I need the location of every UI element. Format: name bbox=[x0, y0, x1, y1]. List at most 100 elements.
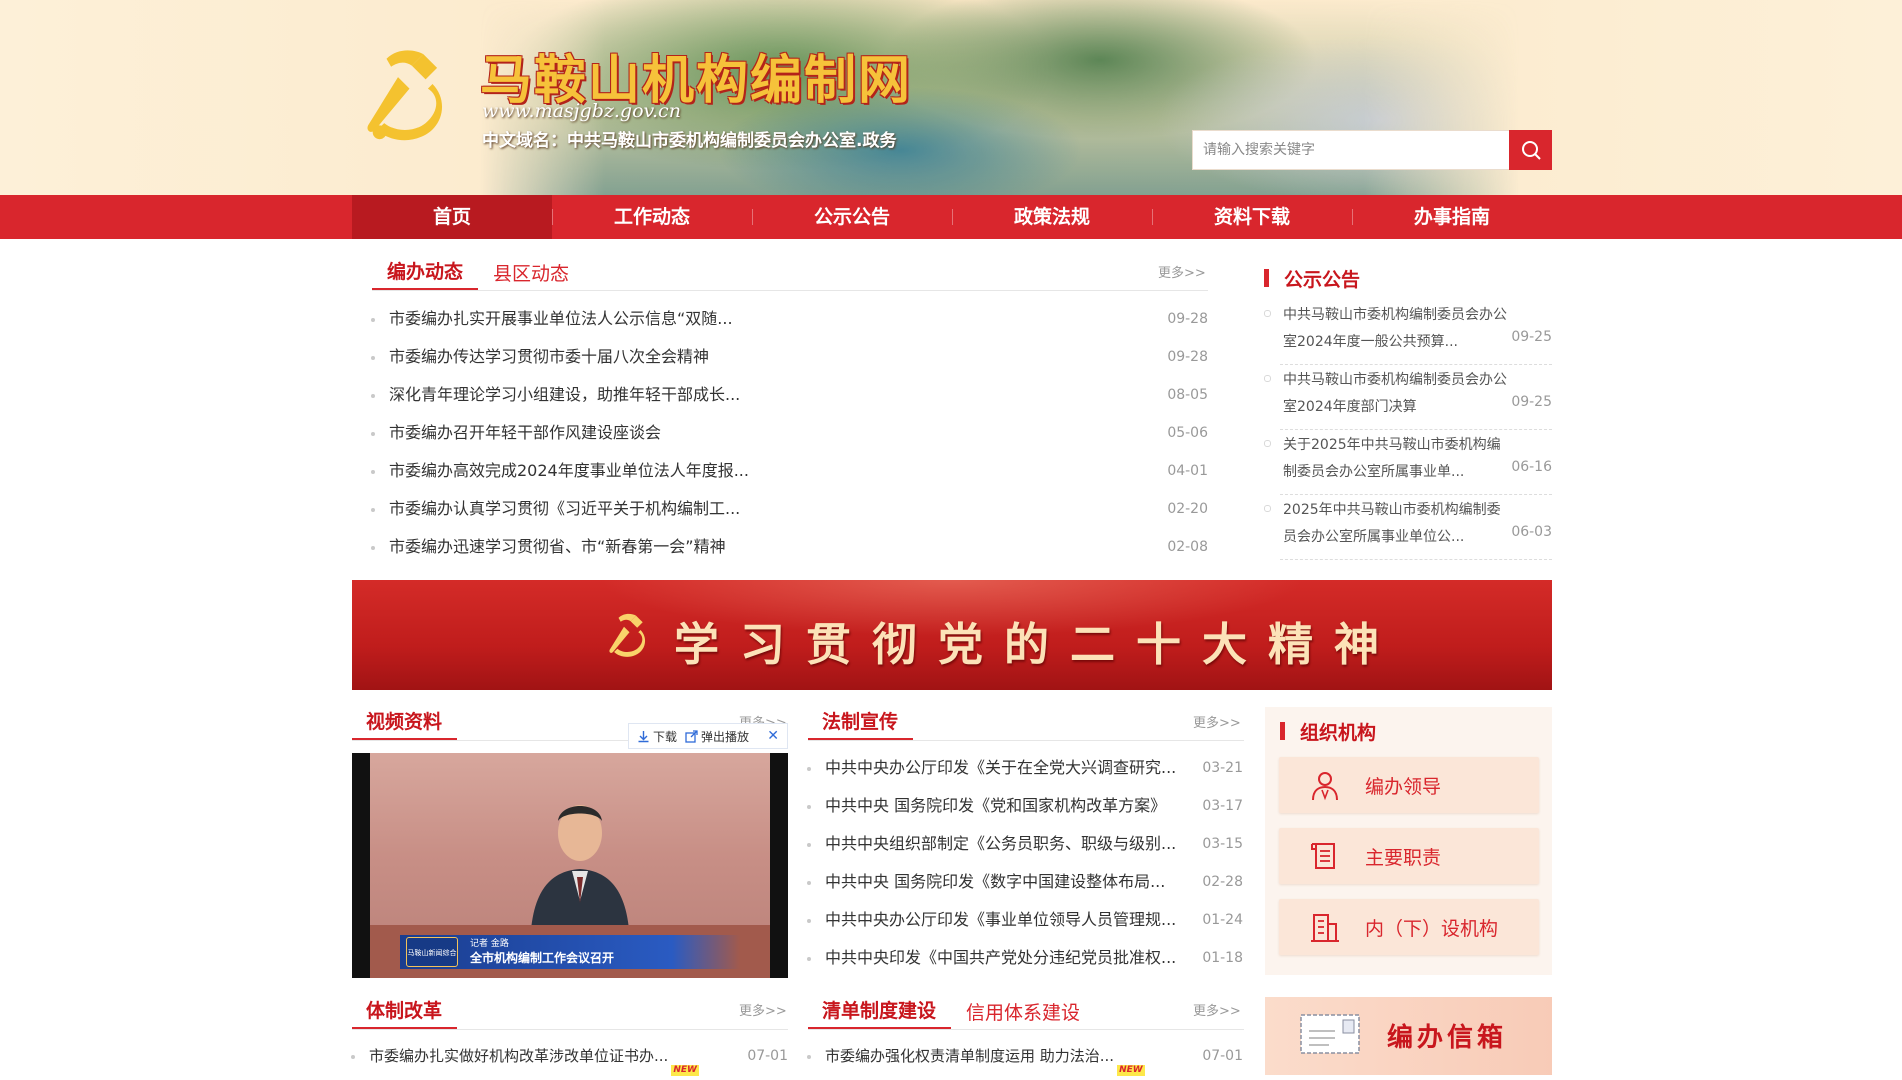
org-button-label: 编办领导 bbox=[1365, 775, 1442, 798]
scroll-icon bbox=[1311, 843, 1335, 869]
law-item-title: 中共中央 国务院印发《数字中国建设整体布局... bbox=[825, 872, 1166, 891]
list-item[interactable]: 市委编办强化权责清单制度运用 助力法治...NEW 07-01 bbox=[807, 1037, 1243, 1076]
notices-title: 公示公告 bbox=[1264, 265, 1360, 292]
news-date: 02-08 bbox=[1167, 539, 1208, 555]
news-date: 09-28 bbox=[1167, 349, 1208, 365]
law-list: 中共中央办公厅印发《关于在全党大兴调查研究... 03-21 中共中央 国务院印发… bbox=[807, 749, 1243, 977]
video-popout-button[interactable]: 弹出播放 bbox=[685, 728, 749, 745]
news-more-link[interactable]: 更多>> bbox=[1158, 262, 1206, 281]
list-item[interactable]: 市委编办迅速学习贯彻省、市“新春第一会”精神 02-08 bbox=[371, 528, 1208, 566]
org-title: 组织机构 bbox=[1280, 718, 1376, 745]
video-popout-label: 弹出播放 bbox=[701, 729, 750, 744]
download-icon bbox=[638, 730, 649, 742]
twentieth-congress-banner[interactable]: 学习贯彻党的二十大精神 bbox=[352, 580, 1552, 690]
list-item[interactable]: 市委编办召开年轻干部作风建设座谈会 05-06 bbox=[371, 414, 1208, 452]
nav-item-home[interactable]: 首页 bbox=[352, 195, 552, 239]
list-item[interactable]: 中共马鞍山市委机构编制委员会办公室2024年度部门决算 09-25 bbox=[1264, 365, 1552, 430]
news-date: 02-20 bbox=[1167, 501, 1208, 517]
video-caption-text: 全市机构编制工作会议召开 bbox=[470, 951, 615, 965]
notice-date: 06-03 bbox=[1511, 524, 1552, 540]
video-player[interactable]: 马鞍山新闻综合 记者 金路 全市机构编制工作会议召开 bbox=[352, 753, 788, 978]
news-title: 市委编办认真学习贯彻《习近平关于机构编制工... bbox=[389, 499, 741, 518]
search-box bbox=[1192, 130, 1510, 170]
notice-title: 关于2025年中共马鞍山市委机构编制委员会办公室所属事业单... bbox=[1283, 437, 1501, 480]
list-item[interactable]: 关于2025年中共马鞍山市委机构编制委员会办公室所属事业单... 06-16 bbox=[1264, 430, 1552, 495]
video-title[interactable]: 视频资料 bbox=[352, 707, 458, 740]
tab-list-system[interactable]: 清单制度建设 bbox=[808, 996, 952, 1029]
list-item[interactable]: 中共中央 国务院印发《党和国家机构改革方案》 03-17 bbox=[807, 787, 1243, 825]
main-nav: 首页 工作动态 公示公告 政策法规 资料下载 办事指南 bbox=[0, 195, 1902, 239]
banner-text: 学习贯彻党的二十大精神 bbox=[674, 618, 1401, 671]
search-button[interactable] bbox=[1509, 130, 1552, 170]
new-badge: NEW bbox=[1117, 1065, 1145, 1076]
list-item[interactable]: 中共中央办公厅印发《关于在全党大兴调查研究... 03-21 bbox=[807, 749, 1243, 787]
list-item[interactable]: 中共中央办公厅印发《事业单位领导人员管理规... 01-24 bbox=[807, 901, 1243, 939]
list-item[interactable]: 市委编办扎实开展事业单位法人公示信息“双随... 09-28 bbox=[371, 300, 1208, 338]
law-more-link[interactable]: 更多>> bbox=[1193, 712, 1241, 731]
law-header: 法制宣传 bbox=[808, 707, 1244, 741]
close-icon[interactable]: ✕ bbox=[767, 728, 779, 744]
news-tabs: 编办动态 县区动态 bbox=[372, 257, 1208, 291]
chinese-domain-name: 中文域名：中共马鞍山市委机构编制委员会办公室.政务 bbox=[482, 131, 897, 151]
news-title: 市委编办扎实开展事业单位法人公示信息“双随... bbox=[389, 309, 733, 328]
notice-date: 09-25 bbox=[1511, 329, 1552, 345]
org-button-leaders[interactable]: 编办领导 bbox=[1279, 757, 1539, 813]
news-date: 04-01 bbox=[1167, 463, 1208, 479]
list-item[interactable]: 深化青年理论学习小组建设，助推年轻干部成长... 08-05 bbox=[371, 376, 1208, 414]
list-item[interactable]: 中共中央组织部制定《公务员职务、职级与级别... 03-15 bbox=[807, 825, 1243, 863]
news-title: 市委编办迅速学习贯彻省、市“新春第一会”精神 bbox=[389, 537, 726, 556]
nav-item-notices[interactable]: 公示公告 bbox=[752, 195, 952, 239]
law-item-date: 03-17 bbox=[1202, 798, 1243, 814]
nav-item-downloads[interactable]: 资料下载 bbox=[1152, 195, 1352, 239]
search-icon bbox=[1521, 141, 1541, 160]
notices-list: 中共马鞍山市委机构编制委员会办公室2024年度一般公共预算... 09-25 中共… bbox=[1264, 300, 1552, 560]
law-title[interactable]: 法制宣传 bbox=[808, 707, 914, 740]
video-download-button[interactable]: 下载 bbox=[637, 728, 677, 745]
law-item-date: 03-15 bbox=[1202, 836, 1243, 852]
nav-item-work-news[interactable]: 工作动态 bbox=[552, 195, 752, 239]
reform-title[interactable]: 体制改革 bbox=[352, 996, 458, 1029]
nav-item-policies[interactable]: 政策法规 bbox=[952, 195, 1152, 239]
list-item[interactable]: 中共中央印发《中国共产党处分违纪党员批准权... 01-18 bbox=[807, 939, 1243, 977]
list-item[interactable]: 市委编办传达学习贯彻市委十届八次全会精神 09-28 bbox=[371, 338, 1208, 376]
news-title: 市委编办召开年轻干部作风建设座谈会 bbox=[389, 423, 662, 442]
list-item[interactable]: 中共中央 国务院印发《数字中国建设整体布局... 02-28 bbox=[807, 863, 1243, 901]
org-button-label: 主要职责 bbox=[1365, 846, 1442, 869]
list-item[interactable]: 市委编办认真学习贯彻《习近平关于机构编制工... 02-20 bbox=[371, 490, 1208, 528]
reform-list: 市委编办扎实做好机构改革涉改单位证书办...NEW 07-01 bbox=[351, 1037, 788, 1076]
news-date: 09-28 bbox=[1167, 311, 1208, 327]
list-item[interactable]: 中共马鞍山市委机构编制委员会办公室2024年度一般公共预算... 09-25 bbox=[1264, 300, 1552, 365]
law-item-title: 中共中央组织部制定《公务员职务、职级与级别... bbox=[825, 834, 1177, 853]
office-mailbox-button[interactable]: 编办信箱 bbox=[1265, 997, 1552, 1075]
org-button-duties[interactable]: 主要职责 bbox=[1279, 828, 1539, 884]
law-item-title: 中共中央 国务院印发《党和国家机构改革方案》 bbox=[825, 796, 1167, 815]
lists-more-link[interactable]: 更多>> bbox=[1193, 1000, 1241, 1019]
envelope-icon bbox=[1300, 1014, 1360, 1054]
list-item[interactable]: 市委编办高效完成2024年度事业单位法人年度报... 04-01 bbox=[371, 452, 1208, 490]
org-button-label: 内（下）设机构 bbox=[1365, 917, 1499, 940]
tab-county-news[interactable]: 县区动态 bbox=[478, 259, 584, 290]
law-item-title: 中共中央印发《中国共产党处分违纪党员批准权... bbox=[825, 948, 1177, 967]
org-button-internal-agencies[interactable]: 内（下）设机构 bbox=[1279, 899, 1539, 955]
tab-credit-system[interactable]: 信用体系建设 bbox=[951, 998, 1095, 1029]
news-title: 市委编办传达学习贯彻市委十届八次全会精神 bbox=[389, 347, 710, 366]
video-download-label: 下载 bbox=[653, 729, 678, 744]
law-item-title: 中共中央办公厅印发《关于在全党大兴调查研究... bbox=[825, 758, 1177, 777]
lists-tabs: 清单制度建设 信用体系建设 bbox=[808, 996, 1244, 1030]
list-item[interactable]: 市委编办扎实做好机构改革涉改单位证书办...NEW 07-01 bbox=[351, 1037, 788, 1076]
person-icon bbox=[1312, 772, 1338, 801]
news-title: 深化青年理论学习小组建设，助推年轻干部成长... bbox=[389, 385, 741, 404]
building-icon bbox=[1311, 914, 1339, 942]
channel-logo: 马鞍山新闻综合 bbox=[406, 937, 458, 967]
lists-list: 市委编办强化权责清单制度运用 助力法治...NEW 07-01 bbox=[807, 1037, 1243, 1076]
reform-more-link[interactable]: 更多>> bbox=[739, 1000, 787, 1019]
site-header: 马鞍山机构编制网 www.masjgbz.gov.cn 中文域名：中共马鞍山市委… bbox=[0, 0, 1902, 195]
news-list: 市委编办扎实开展事业单位法人公示信息“双随... 09-28 市委编办传达学习贯彻… bbox=[371, 300, 1208, 566]
list-item[interactable]: 2025年中共马鞍山市委机构编制委员会办公室所属事业单位公... 06-03 bbox=[1264, 495, 1552, 560]
org-structure-panel: 组织机构 编办领导 主要职责 内（下）设机构 bbox=[1265, 707, 1552, 975]
party-emblem-icon bbox=[367, 50, 443, 141]
nav-item-service-guide[interactable]: 办事指南 bbox=[1352, 195, 1552, 239]
tab-office-news[interactable]: 编办动态 bbox=[372, 257, 479, 290]
search-input[interactable] bbox=[1193, 131, 1509, 169]
notice-date: 09-25 bbox=[1511, 394, 1552, 410]
